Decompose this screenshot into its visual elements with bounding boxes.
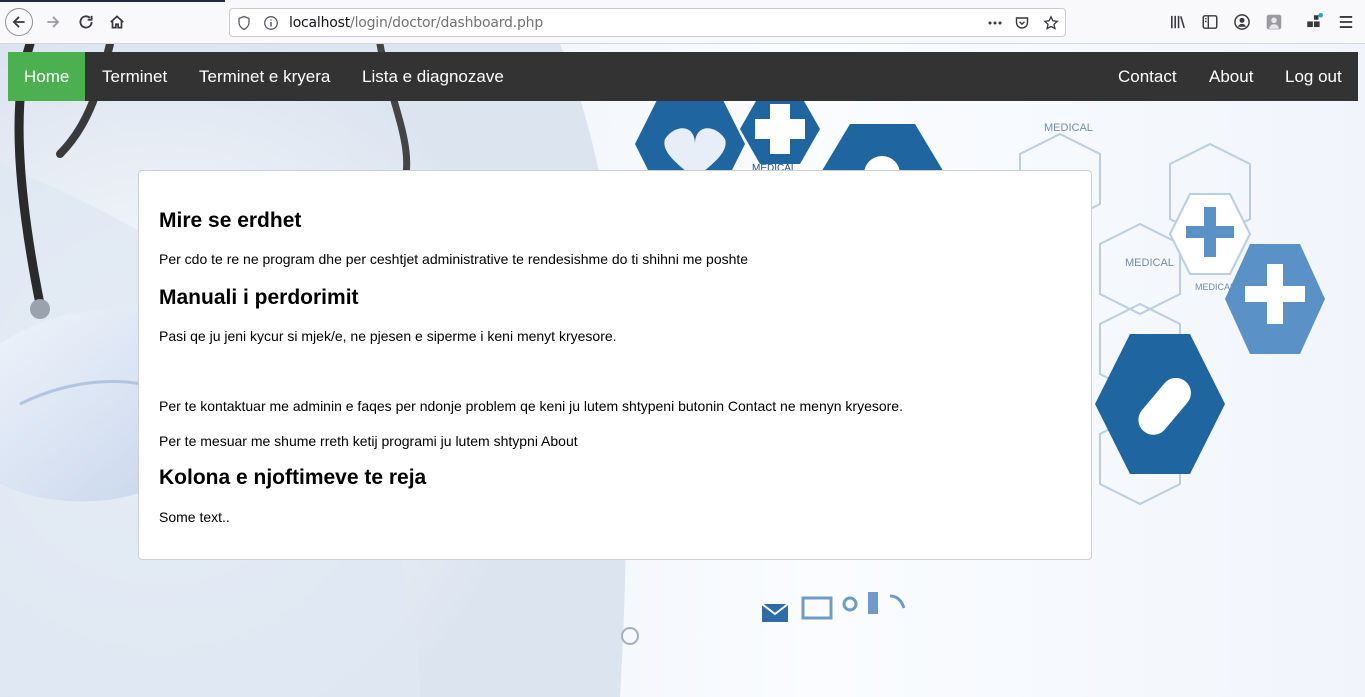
nav-lista-e-diagnozave[interactable]: Lista e diagnozave xyxy=(346,52,520,101)
hex-label: MEDICAL xyxy=(1195,282,1235,292)
reload-button[interactable] xyxy=(72,8,100,36)
shield-icon[interactable] xyxy=(235,14,253,32)
manual-text-about: Per te mesuar me shume rreth ketij progr… xyxy=(159,433,578,449)
hex-label: MEDICAL xyxy=(1125,257,1174,269)
forward-button[interactable] xyxy=(39,8,67,36)
main-navbar: Home Terminet Terminet e kryera Lista e … xyxy=(8,52,1358,101)
welcome-heading: Mire se erdhet xyxy=(159,209,302,232)
address-bar[interactable]: localhost/login/doctor/dashboard.php xyxy=(229,8,1066,37)
arrow-left-icon xyxy=(12,16,25,28)
home-button[interactable] xyxy=(103,8,131,36)
news-heading: Kolona e njoftimeve te reja xyxy=(159,466,427,489)
nav-contact[interactable]: Contact xyxy=(1102,52,1193,101)
manual-text-contact: Per te kontaktuar me adminin e faqes per… xyxy=(159,398,903,414)
active-tab-indicator xyxy=(0,0,225,2)
bookmark-star-icon[interactable] xyxy=(1042,14,1060,32)
nav-terminet-e-kryera[interactable]: Terminet e kryera xyxy=(183,52,346,101)
pocket-icon[interactable] xyxy=(1013,14,1031,32)
library-icon[interactable] xyxy=(1169,13,1187,31)
info-icon[interactable] xyxy=(262,14,280,32)
browser-toolbar: localhost/login/doctor/dashboard.php xyxy=(0,0,1365,44)
url-text[interactable]: localhost/login/doctor/dashboard.php xyxy=(289,15,543,31)
account-icon[interactable] xyxy=(1233,13,1251,31)
page-actions-icon[interactable] xyxy=(986,14,1004,32)
hamburger-menu-icon[interactable] xyxy=(1337,13,1355,31)
hex-label: MEDICAL xyxy=(1044,122,1093,134)
extension-avatar-icon[interactable] xyxy=(1265,13,1283,31)
back-button[interactable] xyxy=(5,8,33,36)
home-icon xyxy=(110,15,124,29)
url-host: localhost xyxy=(289,15,351,31)
manual-text-menu: Pasi qe ju jeni kycur si mjek/e, ne pjes… xyxy=(159,328,617,344)
nav-about[interactable]: About xyxy=(1193,52,1269,101)
url-path: /login/doctor/dashboard.php xyxy=(350,15,544,31)
extensions-icon[interactable] xyxy=(1305,13,1323,31)
dashboard-card: Mire se erdhet Per cdo te re ne program … xyxy=(138,170,1092,560)
nav-log-out[interactable]: Log out xyxy=(1269,52,1358,101)
arrow-right-icon xyxy=(47,16,60,28)
reload-icon xyxy=(79,15,93,29)
manual-heading: Manuali i perdorimit xyxy=(159,286,359,309)
sidebar-icon[interactable] xyxy=(1201,13,1219,31)
welcome-text: Per cdo te re ne program dhe per ceshtje… xyxy=(159,251,749,267)
news-text: Some text.. xyxy=(159,509,230,525)
nav-terminet[interactable]: Terminet xyxy=(86,52,183,101)
nav-home[interactable]: Home xyxy=(8,52,86,101)
